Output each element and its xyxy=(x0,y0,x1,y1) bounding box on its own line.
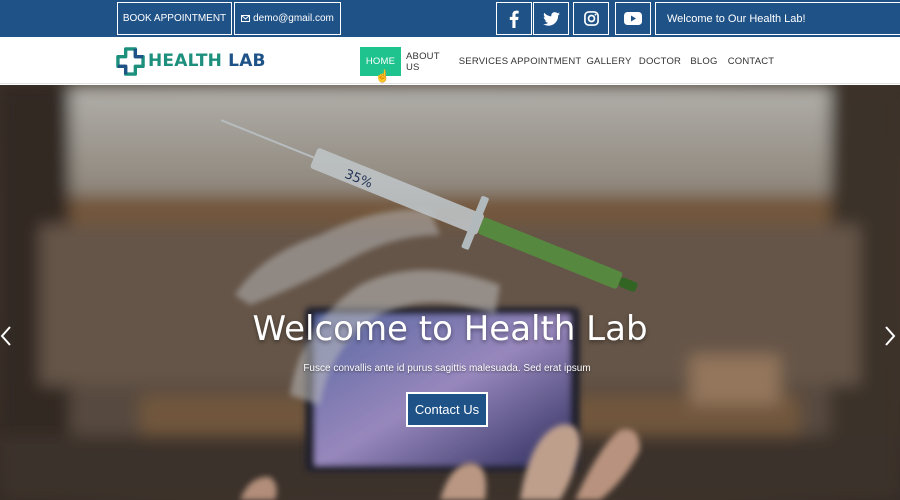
main-navbar: HEALTH LAB HOME ABOUT US SERVICES APPOIN… xyxy=(0,37,900,84)
chevron-right-icon xyxy=(885,326,896,346)
nav-contact[interactable]: CONTACT xyxy=(727,47,775,76)
nav-appointment[interactable]: APPOINTMENT xyxy=(511,47,582,76)
medical-cross-logo-icon xyxy=(116,46,145,76)
nav-gallery[interactable]: GALLERY xyxy=(586,47,631,76)
book-appointment-button[interactable]: BOOK APPOINTMENT xyxy=(117,2,232,35)
twitter-link[interactable] xyxy=(533,2,569,35)
hero-slider: 35% Welcome to Health Lab Fusce convalli… xyxy=(0,85,900,500)
book-appointment-label: BOOK APPOINTMENT xyxy=(122,13,227,24)
instagram-icon xyxy=(583,11,599,26)
welcome-text: Welcome to Our Health Lab! xyxy=(667,12,806,25)
nav-blog[interactable]: BLOG xyxy=(689,47,719,76)
site-logo[interactable]: HEALTH LAB xyxy=(116,46,266,76)
email-link[interactable]: demo@gmail.com xyxy=(234,2,341,35)
hero-title: Welcome to Health Lab xyxy=(252,309,648,349)
contact-us-button[interactable]: Contact Us xyxy=(406,392,488,427)
facebook-link[interactable] xyxy=(496,2,532,35)
nav-about-us[interactable]: ABOUT US xyxy=(406,47,453,76)
facebook-icon xyxy=(509,10,519,28)
welcome-message: Welcome to Our Health Lab! xyxy=(655,2,900,35)
slider-next-arrow[interactable] xyxy=(884,325,896,353)
logo-word-lab: LAB xyxy=(228,51,266,71)
youtube-link[interactable] xyxy=(615,2,651,35)
email-text: demo@gmail.com xyxy=(253,13,334,24)
envelope-icon xyxy=(241,15,251,22)
instagram-link[interactable] xyxy=(573,2,609,35)
hero-subtitle: Fusce convallis ante id purus sagittis m… xyxy=(303,363,591,374)
hero-background-image: 35% xyxy=(0,85,900,500)
logo-text: HEALTH LAB xyxy=(148,51,266,71)
top-bar: BOOK APPOINTMENT demo@gmail.com Welcome … xyxy=(0,0,900,37)
nav-services[interactable]: SERVICES xyxy=(459,47,508,76)
logo-word-health: HEALTH xyxy=(148,51,223,71)
chevron-left-icon xyxy=(0,326,11,346)
slider-prev-arrow[interactable] xyxy=(0,325,12,353)
twitter-icon xyxy=(542,11,560,26)
youtube-icon xyxy=(624,12,642,25)
mouse-cursor-icon: ☝ xyxy=(375,69,390,83)
nav-doctor[interactable]: DOCTOR xyxy=(639,47,681,76)
